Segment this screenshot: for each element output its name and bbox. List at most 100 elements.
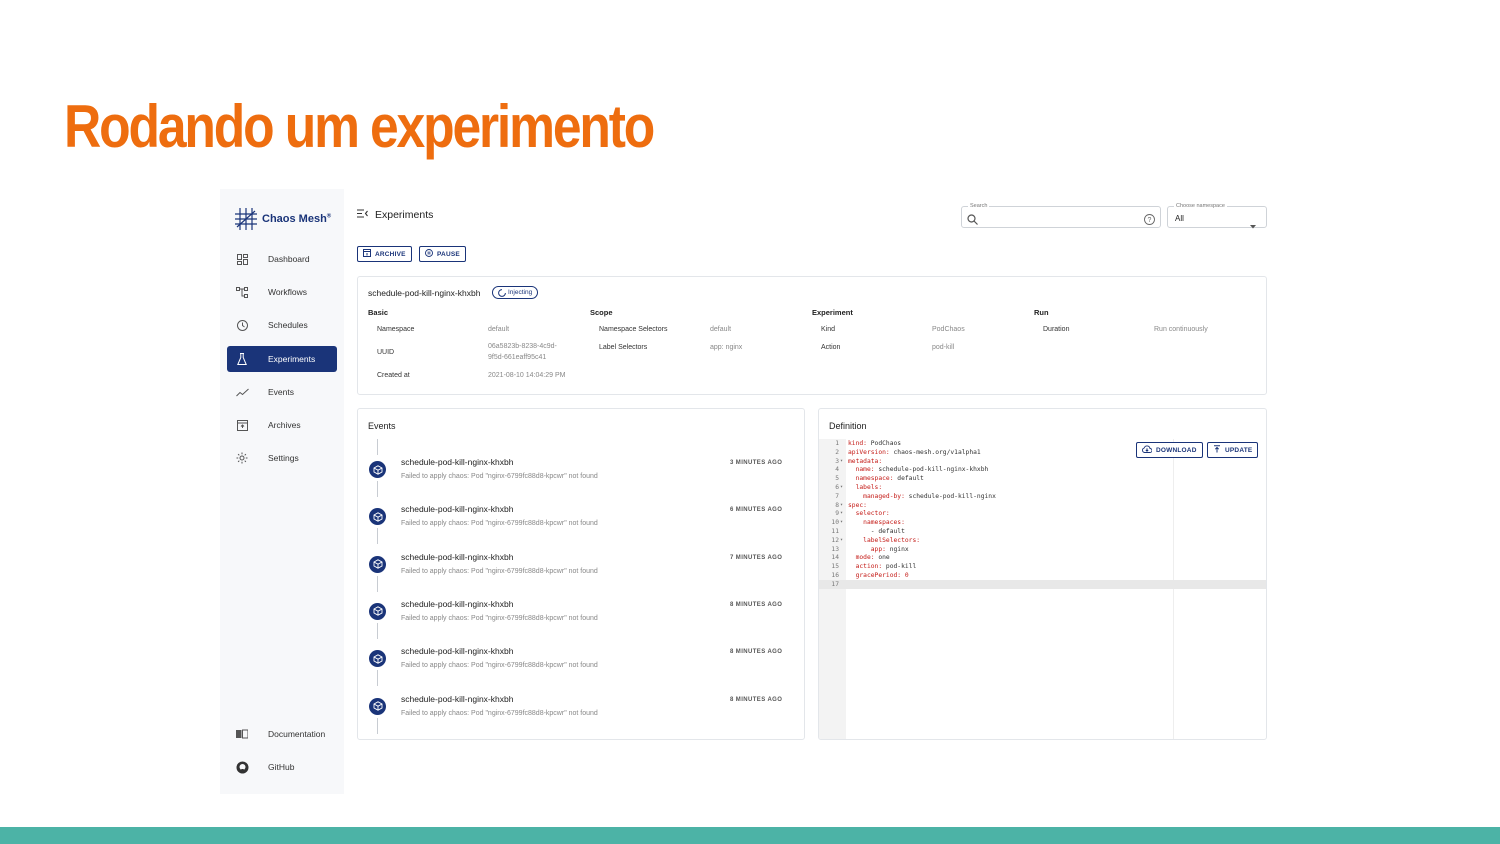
sidebar-item-documentation[interactable]: Documentation <box>227 721 337 747</box>
sidebar-item-label: Documentation <box>268 729 326 739</box>
event-message: Failed to apply chaos: Pod "nginx-6799fc… <box>401 614 598 622</box>
cube-icon <box>373 606 382 617</box>
chevron-down-icon <box>1250 216 1256 234</box>
cube-icon <box>373 653 382 664</box>
timeline-connector <box>377 670 378 687</box>
sidebar-item-events[interactable]: Events <box>227 379 337 405</box>
sidebar-item-label: Archives <box>268 420 301 430</box>
pause-button[interactable]: PAUSE <box>419 246 466 262</box>
event-time: 8 MINUTES AGO <box>730 649 783 656</box>
experiment-name: schedule-pod-kill-nginx-khxbh <box>368 288 481 298</box>
fold-toggle-icon[interactable]: ▾ <box>840 483 843 492</box>
code-text: gracePeriod: 0 <box>855 572 909 579</box>
uuid-value-line-2: 9f5d-661eaff95c41 <box>488 354 547 361</box>
event-icon <box>369 650 386 668</box>
cloud-download-icon <box>1142 445 1153 455</box>
sidebar-item-label: Events <box>268 387 294 397</box>
yaml-editor[interactable]: 1 kind: PodChaos 2 apiVersion: chaos-mesh.o… <box>819 439 1266 739</box>
events-title: Events <box>368 421 396 431</box>
action-label: Action <box>821 344 841 351</box>
namespace-value: All <box>1175 214 1184 223</box>
spinner-icon <box>498 288 506 297</box>
archive-button[interactable]: ARCHIVE <box>357 246 412 262</box>
event-time: 6 MINUTES AGO <box>730 507 783 514</box>
trend-icon <box>235 385 249 399</box>
book-icon <box>235 727 249 741</box>
section-experiment: Experiment <box>812 308 853 317</box>
experiment-info-card: schedule-pod-kill-nginx-khxbh Injecting … <box>357 276 1267 395</box>
definition-card: Definition 1 kind: PodChaos 2 apiVersion: c… <box>818 408 1267 740</box>
fold-toggle-icon[interactable]: ▾ <box>840 457 843 466</box>
code-text: mode: one <box>855 554 890 562</box>
sidebar-item-archives[interactable]: Archives <box>227 412 337 438</box>
code-text: labelSelectors: <box>863 536 921 544</box>
events-card: Events schedule-pod-kill-nginx-khxbh Fail… <box>357 408 805 740</box>
brand[interactable]: Chaos Mesh® <box>234 206 331 232</box>
line-number: 11 <box>831 528 839 535</box>
event-title: schedule-pod-kill-nginx-khxbh <box>401 457 514 467</box>
namespace-label: Choose namespace <box>1174 202 1227 210</box>
sidebar-item-experiments[interactable]: Experiments <box>227 346 337 372</box>
code-line: 9 ▾ selector: <box>819 509 1266 518</box>
sidebar-item-dashboard[interactable]: Dashboard <box>227 246 337 272</box>
fold-toggle-icon[interactable]: ▾ <box>840 501 843 510</box>
code-text: managed-by: schedule-pod-kill-nginx <box>863 492 996 500</box>
timeline-connector <box>377 717 378 734</box>
help-icon[interactable]: ? <box>1144 212 1155 230</box>
code-text: namespace: default <box>855 475 924 483</box>
sidebar-item-workflows[interactable]: Workflows <box>227 279 337 305</box>
line-number: 10 <box>831 519 839 527</box>
event-message: Failed to apply chaos: Pod "nginx-6799fc… <box>401 520 598 528</box>
collapse-menu-icon[interactable] <box>357 209 368 221</box>
event-message: Failed to apply chaos: Pod "nginx-6799fc… <box>401 662 598 670</box>
line-number: 4 <box>835 466 839 474</box>
github-icon <box>235 760 249 774</box>
chaos-mesh-dashboard: Chaos Mesh® Dashboard Workflows Schedule… <box>220 189 1280 794</box>
duration-label: Duration <box>1043 326 1070 333</box>
event-icon <box>369 508 386 526</box>
footer-bar <box>0 827 1500 844</box>
code-text: labels: <box>855 484 883 491</box>
fold-toggle-icon[interactable]: ▾ <box>840 518 843 527</box>
code-line: 7 managed-by: schedule-pod-kill-nginx <box>819 492 1266 501</box>
cube-icon <box>373 701 382 711</box>
duration-value: Run continuously <box>1154 326 1208 333</box>
download-button[interactable]: DOWNLOAD <box>1136 442 1203 458</box>
sidebar: Chaos Mesh® Dashboard Workflows Schedule… <box>220 189 344 794</box>
namespace-select[interactable]: Choose namespace All <box>1167 202 1267 229</box>
code-text: selector: <box>855 510 890 518</box>
timeline-connector <box>377 622 378 639</box>
cube-icon <box>373 559 382 569</box>
update-button-label: UPDATE <box>1225 446 1253 454</box>
sidebar-item-label: GitHub <box>268 762 295 772</box>
code-line: 6 ▾ labels: <box>819 483 1266 492</box>
code-text: action: pod-kill <box>855 563 917 571</box>
search-icon <box>967 212 978 230</box>
code-line: 5 namespace: default <box>819 474 1266 483</box>
chaos-mesh-logo-icon <box>235 208 257 230</box>
code-text: name: schedule-pod-kill-nginx-khxbh <box>855 466 989 474</box>
update-button[interactable]: UPDATE <box>1207 442 1259 458</box>
fold-toggle-icon[interactable]: ▾ <box>840 509 843 518</box>
namespace-selectors-label: Namespace Selectors <box>599 326 668 333</box>
status-badge: Injecting <box>492 286 539 299</box>
event-message: Failed to apply chaos: Pod "nginx-6799fc… <box>401 567 598 575</box>
code-line: 11 - default <box>819 527 1266 536</box>
search-input[interactable]: Search ? <box>961 202 1161 230</box>
sidebar-item-settings[interactable]: Settings <box>227 445 337 471</box>
event-time: 8 MINUTES AGO <box>730 601 783 608</box>
code-line: 8 ▾ spec: <box>819 501 1266 510</box>
event-time: 8 MINUTES AGO <box>730 696 783 703</box>
event-title: schedule-pod-kill-nginx-khxbh <box>401 551 514 562</box>
line-number: 1 <box>835 440 839 447</box>
sidebar-item-github[interactable]: GitHub <box>227 754 337 780</box>
line-number: 14 <box>831 554 839 562</box>
event-icon <box>369 555 386 573</box>
event-icon <box>369 461 386 478</box>
namespace-value: default <box>488 326 510 333</box>
sidebar-item-schedules[interactable]: Schedules <box>227 312 337 338</box>
section-run: Run <box>1034 308 1049 317</box>
line-number: 12 <box>831 536 839 544</box>
event-time: 3 MINUTES AGO <box>730 460 783 466</box>
fold-toggle-icon[interactable]: ▾ <box>840 536 843 545</box>
